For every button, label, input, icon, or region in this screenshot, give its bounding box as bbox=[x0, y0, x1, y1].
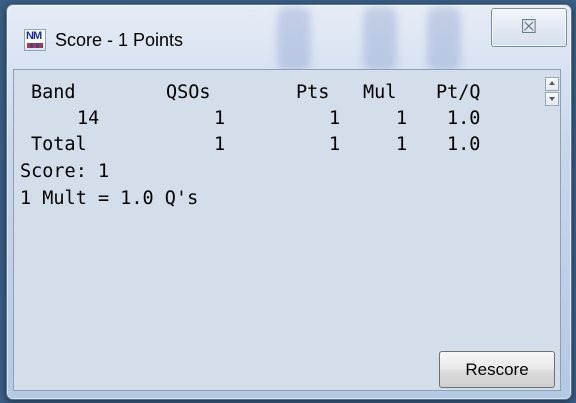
scroll-down-icon[interactable] bbox=[545, 92, 559, 106]
col-header-qsos: QSOs bbox=[166, 82, 211, 103]
score-report: Band QSOs Pts Mul Pt/Q 14 1 1 1 1.0 Tota… bbox=[14, 70, 542, 390]
window-title: Score - 1 Points bbox=[55, 30, 184, 50]
cell-pts: 1 bbox=[329, 108, 341, 129]
col-header-band: Band bbox=[31, 82, 76, 103]
col-header-pts: Pts bbox=[296, 82, 330, 103]
cell-band: Total bbox=[31, 134, 87, 155]
cell-qsos: 1 bbox=[214, 134, 226, 155]
cell-ptq: 1.0 bbox=[447, 134, 481, 155]
table-row: 14 1 1 1 1.0 bbox=[14, 106, 542, 132]
close-icon: ☒ bbox=[520, 16, 538, 38]
rescore-button[interactable]: Rescore bbox=[439, 351, 555, 388]
title-bar[interactable]: NM Score - 1 Points ☒ bbox=[7, 5, 571, 71]
cell-band: 14 bbox=[77, 108, 100, 129]
table-row: Total 1 1 1 1.0 bbox=[14, 132, 542, 158]
score-panel: Band QSOs Pts Mul Pt/Q 14 1 1 1 1.0 Tota… bbox=[13, 69, 561, 391]
col-header-mul: Mul bbox=[363, 82, 397, 103]
vertical-scrollbar[interactable] bbox=[542, 70, 560, 110]
cell-mul: 1 bbox=[396, 134, 408, 155]
scroll-up-icon[interactable] bbox=[545, 77, 559, 91]
header-row: Band QSOs Pts Mul Pt/Q bbox=[14, 80, 542, 106]
close-button[interactable]: ☒ bbox=[491, 8, 567, 47]
app-icon-text: NM bbox=[26, 30, 42, 42]
score-window: NM Score - 1 Points ☒ Band QSOs Pts Mul … bbox=[6, 4, 572, 400]
mult-line: 1 Mult = 1.0 Q's bbox=[20, 188, 199, 209]
col-header-ptq: Pt/Q bbox=[436, 82, 481, 103]
cell-pts: 1 bbox=[329, 134, 341, 155]
app-icon: NM bbox=[24, 29, 46, 51]
score-line: Score: 1 bbox=[20, 161, 110, 182]
cell-mul: 1 bbox=[396, 108, 408, 129]
cell-ptq: 1.0 bbox=[447, 108, 481, 129]
app-icon-stripe bbox=[27, 43, 43, 48]
cell-qsos: 1 bbox=[214, 108, 226, 129]
